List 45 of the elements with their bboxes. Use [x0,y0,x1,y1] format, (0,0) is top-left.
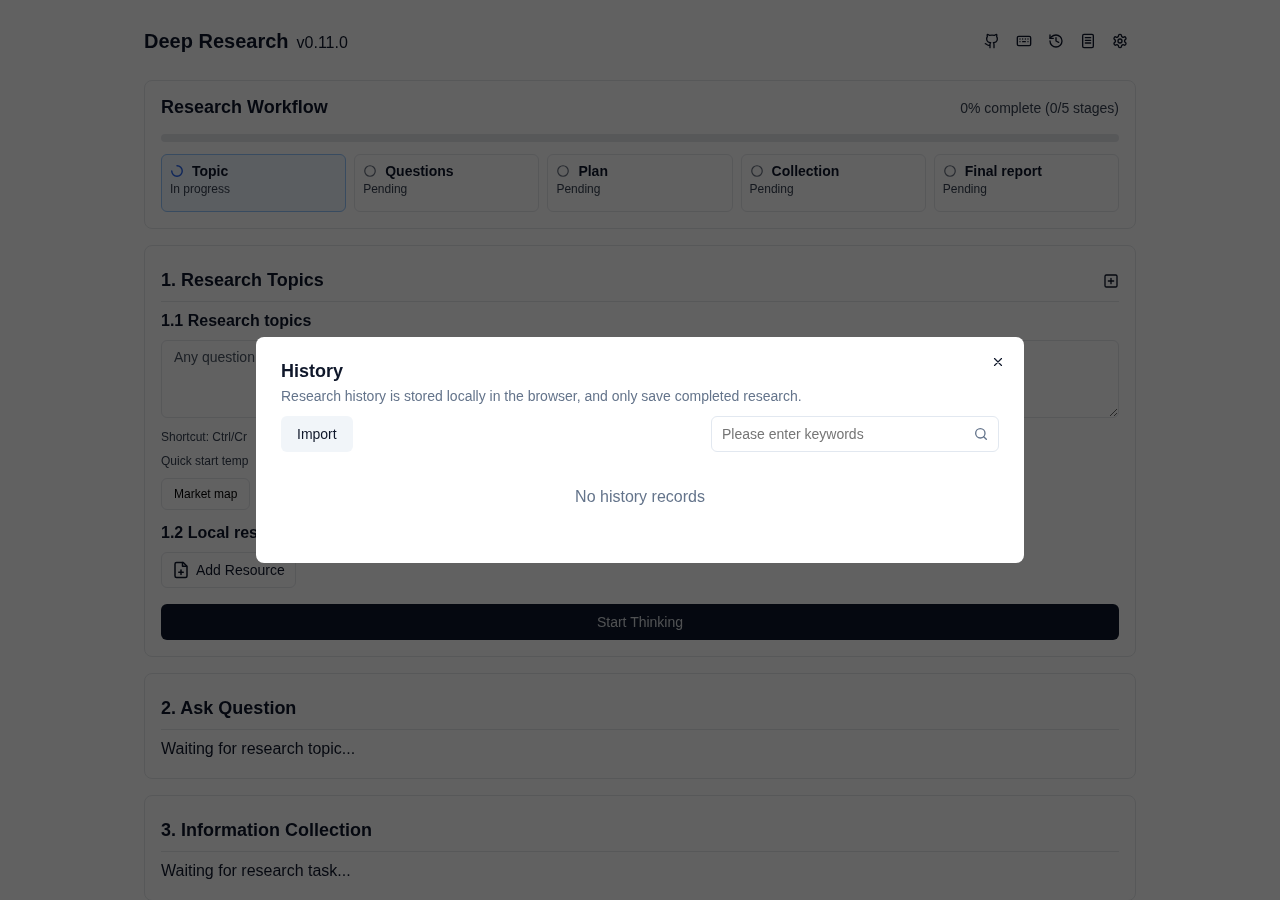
workflow-title: Research Workflow [161,97,328,118]
spinner-icon [170,164,184,178]
version-label: v0.11.0 [296,33,348,52]
empty-message: No history records [574,488,706,506]
subsection-title: 1.2 Local res [161,524,259,542]
github-icon[interactable] [984,33,1000,49]
shortcut-hint: Shortcut: Ctrl/Cr [161,430,247,444]
template-chip[interactable]: Market map [161,478,251,510]
stage-label: Collection [771,163,840,179]
subsection-title: 1.1 Research topics [161,312,313,330]
stage-label: Final report [964,163,1042,179]
status-text: Waiting for research task... [161,862,352,881]
circle-icon [363,164,378,178]
stage-status: Pending [749,182,795,196]
stage-status: In progress [170,182,232,196]
stage-label: Topic [192,163,229,179]
dialog-description: Research history is stored locally in the browser, and only save completed research. [281,388,803,404]
section-title: 1. Research Topics [161,270,324,291]
settings-icon[interactable] [1112,33,1128,49]
app-title: Deep Research [144,29,289,53]
stage-label: Questions [385,163,454,179]
stage-status: Pending [556,182,602,196]
section-title: 2. Ask Question [161,698,297,719]
stage-status: Pending [942,182,988,196]
file-plus-icon [172,561,190,579]
stage-status: Pending [363,182,409,196]
circle-icon [942,164,957,178]
history-icon[interactable] [1048,33,1064,49]
circle-icon [749,164,764,178]
keyboard-icon[interactable] [1016,33,1032,49]
section-title: 3. Information Collection [161,820,372,841]
add-resource-button[interactable]: Add Resource [161,552,296,588]
start-button[interactable]: Start Thinking [161,604,1119,640]
close-icon[interactable] [991,355,1005,369]
import-button[interactable]: Import [281,416,353,452]
document-icon[interactable] [1080,33,1096,49]
dialog-title: History [281,361,344,382]
status-text: Waiting for research topic... [161,740,357,759]
templates-label: Quick start temp [161,454,249,468]
stage-label: Plan [578,163,608,179]
progress-summary: 0% complete (0/5 stages) [960,99,1119,116]
add-icon[interactable] [1103,272,1119,289]
circle-icon [556,164,571,178]
search-field[interactable]: Please enter keywords [711,416,999,452]
search-icon [973,426,989,442]
